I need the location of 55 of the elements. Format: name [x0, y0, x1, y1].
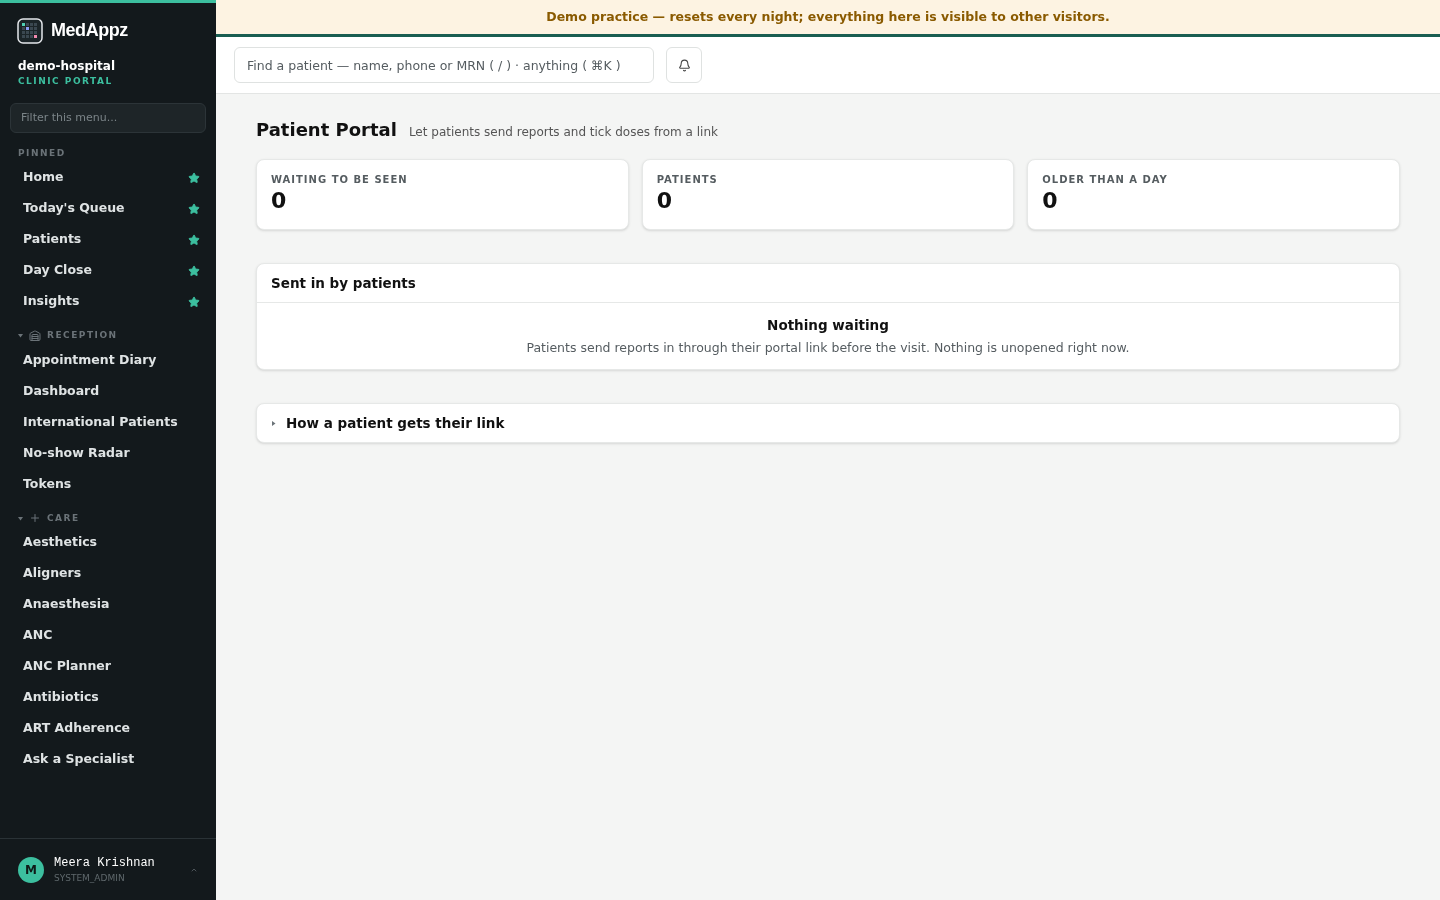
- caret-down-icon: [18, 515, 23, 521]
- stat-value: 0: [656, 187, 673, 215]
- sidebar-item[interactable]: Insights: [23, 292, 80, 311]
- caret-down-icon: [18, 333, 23, 339]
- card-title: Sent in by patients: [271, 273, 416, 293]
- sidebar-item[interactable]: Tokens: [23, 474, 72, 494]
- stat-label: OLDER THAN A DAY: [1042, 173, 1169, 187]
- sidebar-item[interactable]: Dashboard: [23, 381, 100, 401]
- bell-icon: [677, 58, 691, 72]
- sidebar-item[interactable]: Antibiotics: [23, 688, 99, 707]
- sidebar-item[interactable]: Aligners: [23, 564, 82, 583]
- sidebar-item[interactable]: ANC Planner: [23, 657, 111, 676]
- building-icon: [29, 329, 41, 342]
- section-toggle[interactable]: CARE: [0, 511, 98, 525]
- stat-value: 0: [271, 187, 288, 215]
- disclosure-toggle[interactable]: How a patient gets their link: [256, 403, 1400, 443]
- sidebar-item[interactable]: No-show Radar: [23, 443, 130, 463]
- sidebar-item[interactable]: ANC: [23, 626, 53, 645]
- sidebar-item[interactable]: Anaesthesia: [23, 595, 110, 614]
- app-logo-icon: [17, 17, 43, 44]
- empty-state-title: Nothing waiting: [767, 315, 889, 335]
- user-name: Meera Krishnan: [54, 854, 156, 872]
- plus-icon: [29, 512, 41, 525]
- sidebar-item[interactable]: Patients: [23, 230, 82, 249]
- stat-label: WAITING TO BE SEEN: [271, 173, 409, 187]
- star-icon[interactable]: [188, 295, 200, 308]
- menu-filter-field[interactable]: Filter this menu...: [10, 102, 206, 133]
- section-heading: PINNED: [17, 146, 67, 160]
- sidebar-item[interactable]: International Patients: [23, 412, 178, 432]
- patient-search-field[interactable]: Find a patient — name, phone or MRN ( / ) · anything ( ⌘K ): [234, 47, 654, 83]
- sidebar-item[interactable]: Day Close: [23, 261, 92, 280]
- page-title: Patient Portal: [256, 118, 397, 142]
- section-toggle[interactable]: RECEPTION: [0, 329, 136, 343]
- stat-label: PATIENTS: [656, 173, 719, 187]
- brand-name: MedAppz: [51, 19, 128, 42]
- user-avatar: M: [18, 856, 44, 883]
- sidebar-item[interactable]: Ask a Specialist: [23, 750, 135, 769]
- sidebar-item[interactable]: Today's Queue: [23, 199, 125, 218]
- user-role: SYSTEM_ADMIN: [54, 871, 126, 885]
- caret-right-icon: [271, 420, 276, 426]
- star-icon[interactable]: [188, 171, 200, 184]
- empty-state-text: Patients send reports in through their portal link before the visit. Nothing is unopened right now.: [526, 338, 1130, 357]
- sidebar-item[interactable]: Home: [23, 168, 64, 187]
- demo-banner: Demo practice — resets every night; everything here is visible to other visitors.: [216, 0, 1440, 37]
- organization-name: demo-hospital: [18, 58, 117, 75]
- star-icon[interactable]: [188, 233, 200, 246]
- sidebar-item[interactable]: ART Adherence: [23, 719, 131, 738]
- stat-value: 0: [1042, 187, 1059, 215]
- sidebar-item[interactable]: Aesthetics: [23, 533, 98, 552]
- notifications-button[interactable]: [666, 47, 702, 83]
- portal-label: CLINIC PORTAL: [18, 75, 114, 88]
- star-icon[interactable]: [188, 202, 200, 215]
- page-subtitle: Let patients send reports and tick doses from a link: [408, 124, 718, 141]
- sidebar-item[interactable]: Appointment Diary: [23, 350, 157, 370]
- star-icon[interactable]: [188, 264, 200, 277]
